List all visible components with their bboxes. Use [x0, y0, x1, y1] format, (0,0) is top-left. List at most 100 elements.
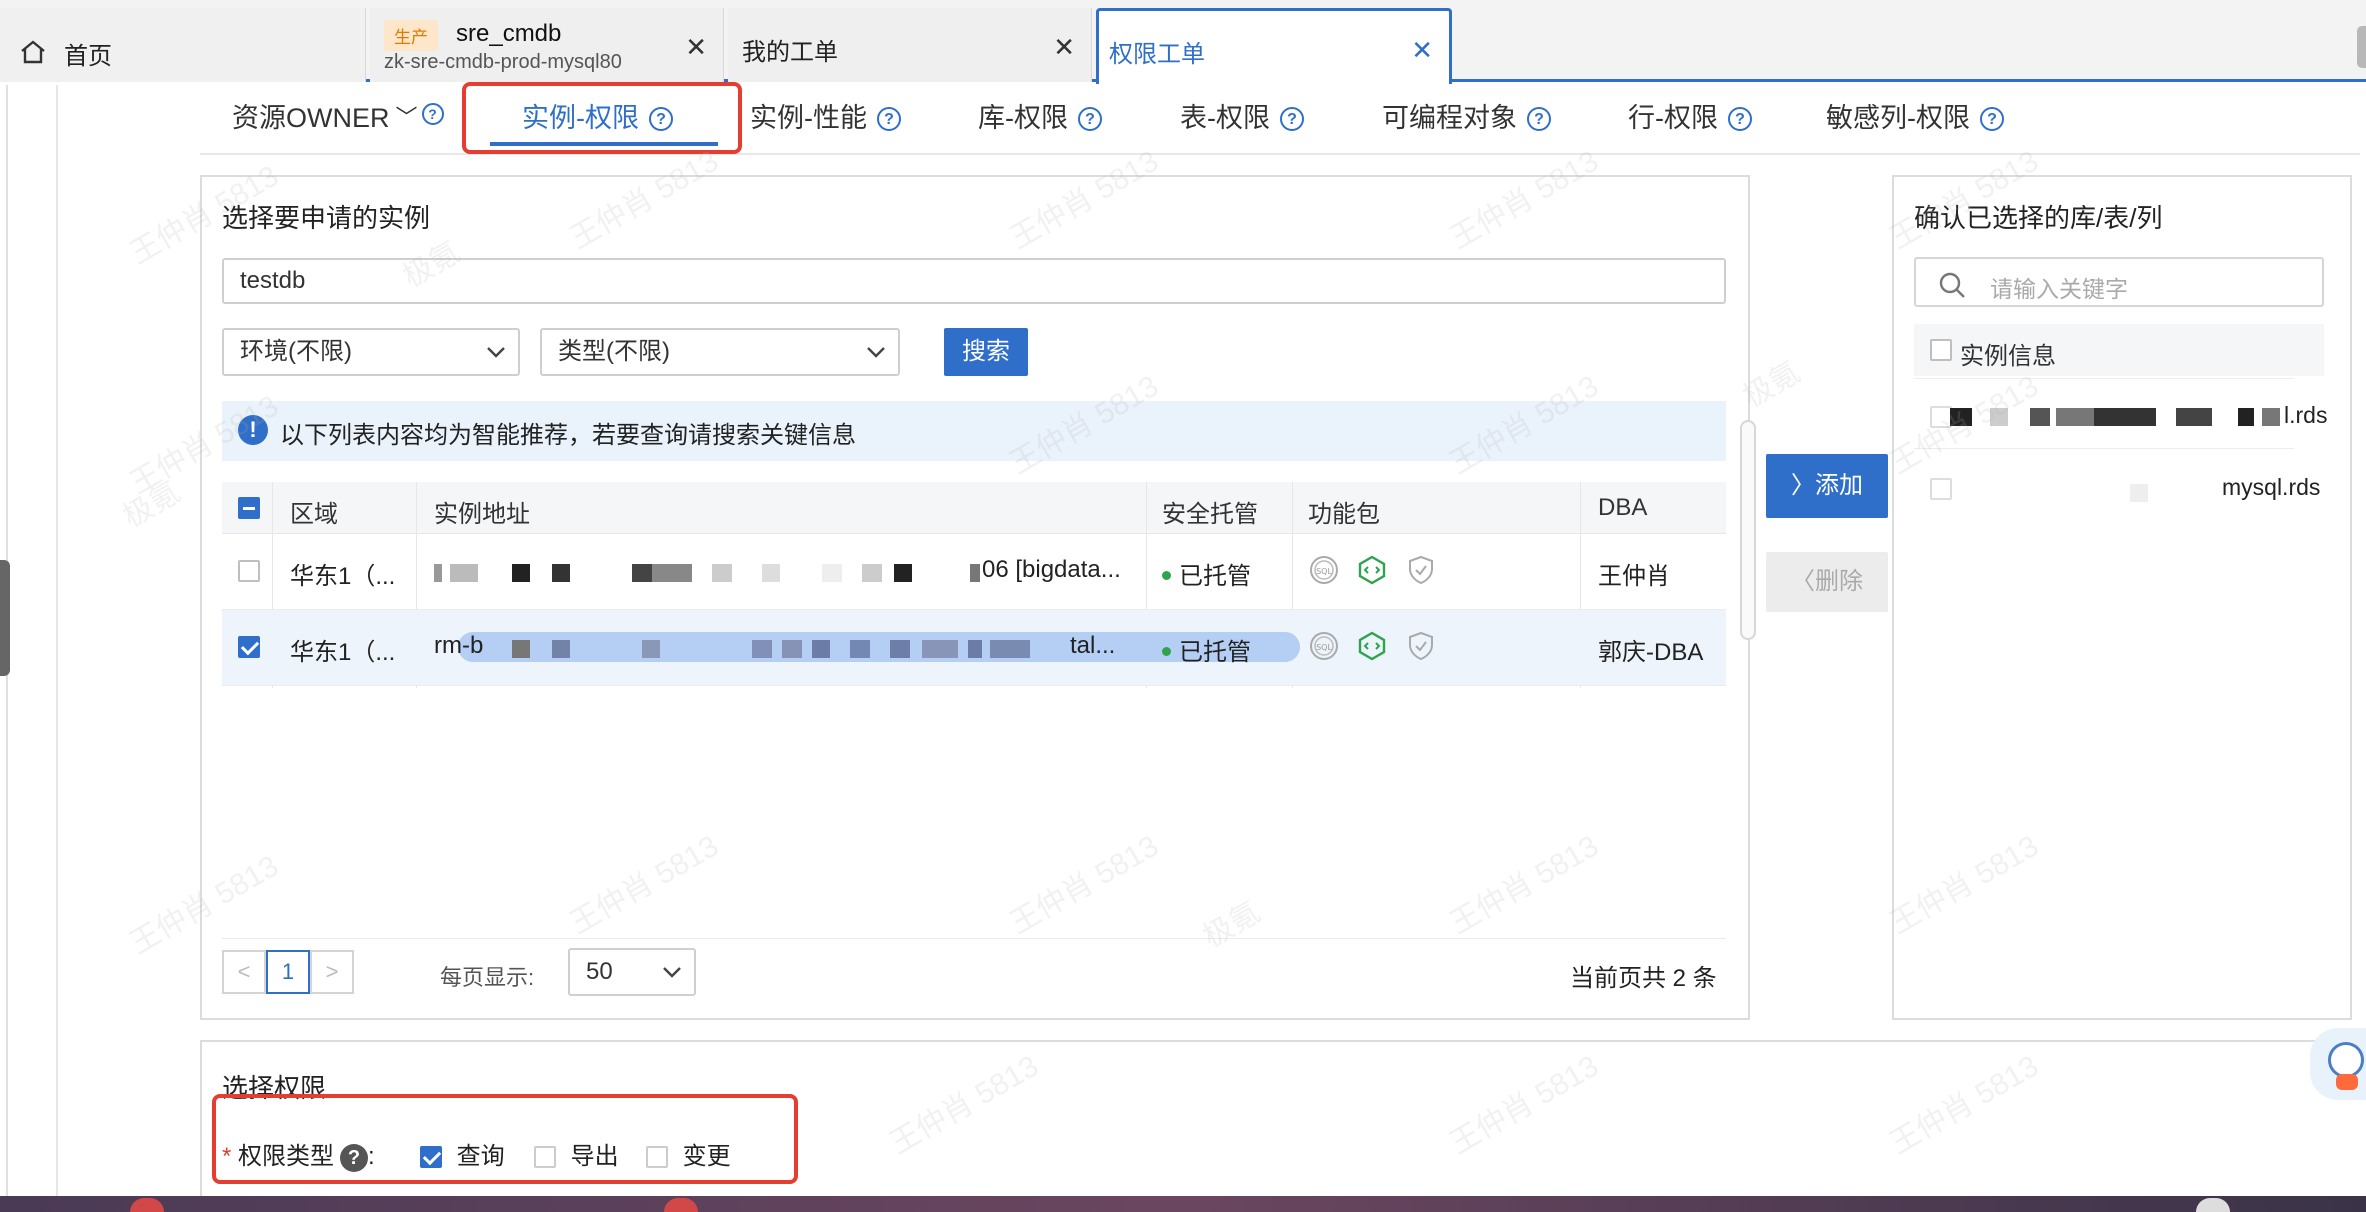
- remove-button-label: 删除: [1815, 568, 1863, 595]
- page-number[interactable]: 1: [266, 950, 310, 994]
- row-checkbox[interactable]: [238, 560, 260, 582]
- code-shield-icon: [1359, 555, 1386, 585]
- browser-tab-bar: 首页 生产 sre_cmdb zk-sre-cmdb-prod-mysql80 …: [0, 0, 2366, 84]
- help-icon[interactable]: ?: [1527, 107, 1551, 131]
- tab-table-permission-label: 表-权限: [1180, 103, 1270, 133]
- remove-button[interactable]: 〈删除: [1766, 552, 1888, 612]
- help-icon[interactable]: ?: [1078, 107, 1102, 131]
- scroll-handle[interactable]: [2357, 26, 2366, 68]
- select-all-checkbox[interactable]: [1930, 339, 1952, 361]
- close-icon[interactable]: ✕: [1053, 34, 1075, 60]
- assistant-widget[interactable]: [2310, 1028, 2366, 1100]
- tab-sre-cmdb[interactable]: 生产 sre_cmdb zk-sre-cmdb-prod-mysql80 ✕: [370, 8, 724, 82]
- help-icon[interactable]: ?: [421, 103, 444, 125]
- divider: [222, 938, 1726, 939]
- cell-address: 06 [bigdata...: [982, 556, 1121, 583]
- cell-dba: 王仲肖: [1598, 563, 1670, 590]
- close-icon[interactable]: ✕: [1411, 37, 1433, 63]
- row-checkbox[interactable]: [238, 636, 260, 658]
- item-checkbox[interactable]: [1930, 406, 1952, 428]
- col-dba: DBA: [1598, 494, 1648, 521]
- os-dock: [0, 1196, 2366, 1212]
- shield-check-icon: [1408, 555, 1433, 585]
- tab-row-permission[interactable]: 行-权限?: [1628, 96, 1752, 135]
- divider: [1914, 448, 2294, 449]
- cell-address-prefix: rm-b: [434, 632, 484, 659]
- tab-sre-cmdb-subtitle: zk-sre-cmdb-prod-mysql80: [384, 51, 622, 73]
- managed-status-text: 已托管: [1179, 563, 1251, 590]
- tab-permission-ticket-label: 权限工单: [1109, 41, 1205, 68]
- help-icon[interactable]: ?: [877, 107, 901, 131]
- page-divider: [56, 85, 58, 1197]
- add-button[interactable]: 〉添加: [1766, 454, 1888, 518]
- type-select-value: 类型(不限): [558, 338, 670, 365]
- tab-home-label: 首页: [64, 43, 112, 70]
- tab-sensitive-column-permission[interactable]: 敏感列-权限?: [1826, 96, 2004, 135]
- tab-resource-owner[interactable]: 资源OWNER ﹀?: [232, 96, 444, 135]
- col-instance-info: 实例信息: [1960, 343, 2056, 370]
- tab-db-permission[interactable]: 库-权限?: [978, 96, 1102, 135]
- app-root: 首页 生产 sre_cmdb zk-sre-cmdb-prod-mysql80 …: [0, 0, 2366, 1212]
- tab-my-tickets-label: 我的工单: [742, 39, 838, 66]
- highlight-box: [462, 82, 742, 154]
- tab-programmable-objects[interactable]: 可编程对象?: [1382, 96, 1551, 135]
- side-drawer-handle[interactable]: [0, 560, 10, 676]
- managed-status-text: 已托管: [1179, 639, 1251, 666]
- code-shield-icon: [1359, 631, 1386, 661]
- tab-home[interactable]: 首页: [0, 8, 366, 82]
- close-icon[interactable]: ✕: [685, 34, 707, 60]
- chevron-right-icon: 〉: [1791, 472, 1815, 499]
- keyword-search-input[interactable]: 请输入关键字: [1914, 257, 2324, 307]
- cell-region: 华东1（...: [290, 563, 396, 590]
- tab-instance-performance-label: 实例-性能: [750, 103, 867, 133]
- tab-table-permission[interactable]: 表-权限?: [1180, 96, 1304, 135]
- cell-region: 华东1（...: [290, 639, 396, 666]
- search-button[interactable]: 搜索: [944, 328, 1028, 376]
- tab-programmable-objects-label: 可编程对象: [1382, 103, 1517, 133]
- cell-managed: 已托管: [1162, 632, 1251, 667]
- total-count: 当前页共 2 条: [1570, 965, 1717, 992]
- tab-resource-owner-label: 资源OWNER: [232, 103, 390, 133]
- assistant-avatar-icon: [2328, 1042, 2364, 1078]
- tab-sensitive-column-permission-label: 敏感列-权限: [1826, 103, 1970, 133]
- help-icon[interactable]: ?: [1280, 107, 1304, 131]
- prev-page-button[interactable]: <: [222, 950, 266, 994]
- svg-text:SQL: SQL: [1316, 567, 1332, 576]
- right-table-header: 实例信息: [1914, 324, 2324, 376]
- env-select[interactable]: 环境(不限): [222, 328, 520, 376]
- item-checkbox[interactable]: [1930, 478, 1952, 500]
- env-select-value: 环境(不限): [240, 338, 352, 365]
- sql-icon: SQL: [1310, 556, 1338, 584]
- env-badge: 生产: [384, 20, 438, 51]
- panel-title: 选择要申请的实例: [222, 203, 431, 233]
- tab-db-permission-label: 库-权限: [978, 103, 1068, 133]
- tab-instance-performance[interactable]: 实例-性能?: [750, 96, 901, 135]
- divider: [1914, 378, 2294, 379]
- help-icon[interactable]: ?: [1980, 107, 2004, 131]
- select-all-checkbox[interactable]: [238, 497, 260, 519]
- tab-my-tickets[interactable]: 我的工单 ✕: [728, 8, 1092, 82]
- table-row-selected[interactable]: 华东1（... rm-b tal... 已托管 SQL 郭庆-DBA: [222, 610, 1726, 686]
- instance-search-input[interactable]: testdb: [222, 258, 1726, 304]
- table-row[interactable]: 华东1（... 06 [bigdata... 已托管 SQL 王仲肖: [222, 534, 1726, 610]
- page-size-select[interactable]: 50: [568, 948, 696, 996]
- sql-icon: SQL: [1310, 632, 1338, 660]
- page-size-value: 50: [586, 958, 613, 985]
- feature-icons: SQL: [1308, 554, 1437, 591]
- chevron-down-icon: [867, 347, 885, 358]
- svg-text:SQL: SQL: [1316, 643, 1332, 652]
- notice-text: 以下列表内容均为智能推荐，若要查询请搜索关键信息: [280, 422, 856, 449]
- table-header: 区域 实例地址 安全托管 功能包 DBA: [222, 482, 1726, 534]
- page-size-label: 每页显示:: [440, 965, 535, 990]
- resize-handle[interactable]: [1740, 420, 1756, 640]
- right-panel-title: 确认已选择的库/表/列: [1914, 203, 2163, 233]
- col-address: 实例地址: [434, 501, 530, 528]
- search-icon: [1939, 272, 1965, 298]
- next-page-button[interactable]: >: [310, 950, 354, 994]
- tab-permission-ticket[interactable]: 权限工单 ✕: [1096, 8, 1452, 84]
- highlight-box: [212, 1094, 798, 1184]
- add-button-label: 添加: [1815, 472, 1863, 499]
- type-select[interactable]: 类型(不限): [540, 328, 900, 376]
- col-region: 区域: [290, 501, 338, 528]
- help-icon[interactable]: ?: [1728, 107, 1752, 131]
